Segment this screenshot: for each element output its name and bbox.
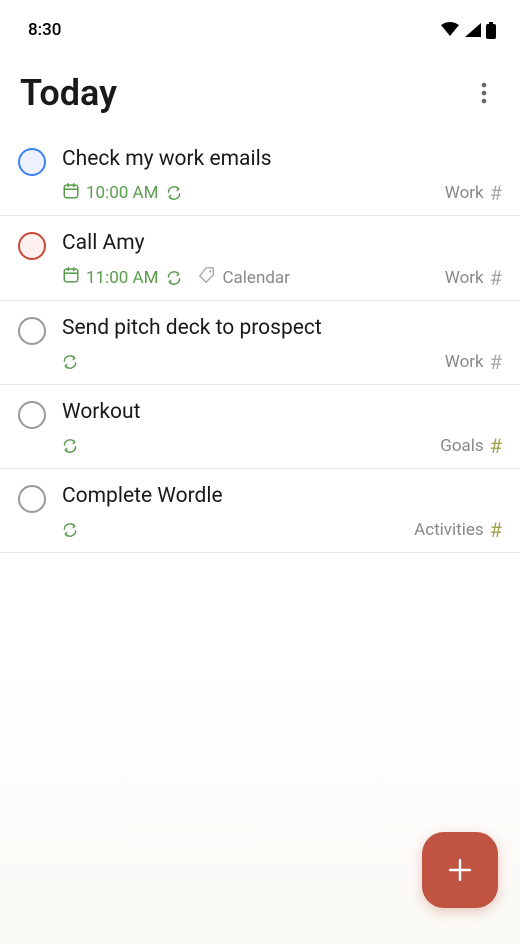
calendar-icon (62, 266, 80, 289)
task-list: Check my work emails10:00 AMWork#Call Am… (0, 132, 520, 553)
tag-icon (198, 266, 216, 289)
calendar-label: Calendar (222, 268, 289, 288)
status-time: 8:30 (28, 20, 61, 40)
wifi-icon (440, 22, 460, 38)
project-tag[interactable]: Work # (445, 266, 502, 290)
task-item[interactable]: Check my work emails 10:00 AM Work # (0, 132, 520, 216)
task-item[interactable]: Call Amy 11:00 AM Calendar Work # (0, 216, 520, 300)
calendar-icon (62, 182, 80, 205)
recurring-icon (166, 185, 182, 201)
task-title: Send pitch deck to prospect (62, 315, 502, 342)
hash-icon: # (490, 181, 502, 205)
battery-icon (486, 22, 496, 39)
task-meta: Goals # (62, 434, 502, 458)
recurring-icon (62, 354, 78, 370)
task-meta: Activities # (62, 518, 502, 542)
recurring-icon (166, 270, 182, 286)
task-meta-left (62, 438, 78, 454)
more-menu-button[interactable] (468, 77, 500, 109)
task-meta-left: 10:00 AM (62, 182, 182, 205)
project-label: Activities (414, 520, 484, 540)
task-meta-left (62, 354, 78, 370)
project-label: Goals (440, 436, 483, 456)
task-item[interactable]: Send pitch deck to prospect Work # (0, 301, 520, 385)
plus-icon (446, 856, 474, 884)
header: Today (0, 48, 520, 132)
task-time-text: 10:00 AM (86, 183, 158, 203)
project-label: Work (445, 268, 484, 288)
task-title: Call Amy (62, 230, 502, 257)
task-title: Workout (62, 399, 502, 426)
signal-icon (464, 22, 482, 38)
project-label: Work (445, 352, 484, 372)
task-meta-left: 11:00 AM Calendar (62, 266, 290, 289)
task-content: Complete Wordle Activities # (62, 483, 502, 542)
task-time-text: 11:00 AM (86, 268, 158, 288)
task-content: Call Amy 11:00 AM Calendar Work # (62, 230, 502, 289)
task-title: Check my work emails (62, 146, 502, 173)
task-time: 11:00 AM (62, 266, 158, 289)
project-tag[interactable]: Activities # (414, 518, 502, 542)
project-tag[interactable]: Goals # (440, 434, 502, 458)
task-content: Workout Goals # (62, 399, 502, 458)
task-meta: Work # (62, 350, 502, 374)
task-checkbox[interactable] (18, 148, 46, 176)
project-tag[interactable]: Work # (445, 350, 502, 374)
task-checkbox[interactable] (18, 232, 46, 260)
recurring-icon (62, 438, 78, 454)
task-meta-left (62, 522, 78, 538)
task-title: Complete Wordle (62, 483, 502, 510)
hash-icon: # (490, 518, 502, 542)
add-task-button[interactable] (422, 832, 498, 908)
hash-icon: # (490, 266, 502, 290)
task-item[interactable]: Workout Goals # (0, 385, 520, 469)
task-time: 10:00 AM (62, 182, 158, 205)
task-meta: 10:00 AM Work # (62, 181, 502, 205)
status-icons (440, 22, 496, 39)
task-item[interactable]: Complete Wordle Activities # (0, 469, 520, 553)
recurring-icon (62, 522, 78, 538)
project-label: Work (445, 183, 484, 203)
task-content: Send pitch deck to prospect Work # (62, 315, 502, 374)
project-tag[interactable]: Work # (445, 181, 502, 205)
more-vertical-icon (481, 82, 487, 104)
task-checkbox[interactable] (18, 317, 46, 345)
hash-icon: # (490, 350, 502, 374)
hash-icon: # (490, 434, 502, 458)
task-content: Check my work emails 10:00 AM Work # (62, 146, 502, 205)
calendar-tag: Calendar (198, 266, 289, 289)
page-title: Today (20, 72, 117, 114)
task-checkbox[interactable] (18, 401, 46, 429)
task-checkbox[interactable] (18, 485, 46, 513)
task-meta: 11:00 AM Calendar Work # (62, 266, 502, 290)
status-bar: 8:30 (0, 0, 520, 48)
